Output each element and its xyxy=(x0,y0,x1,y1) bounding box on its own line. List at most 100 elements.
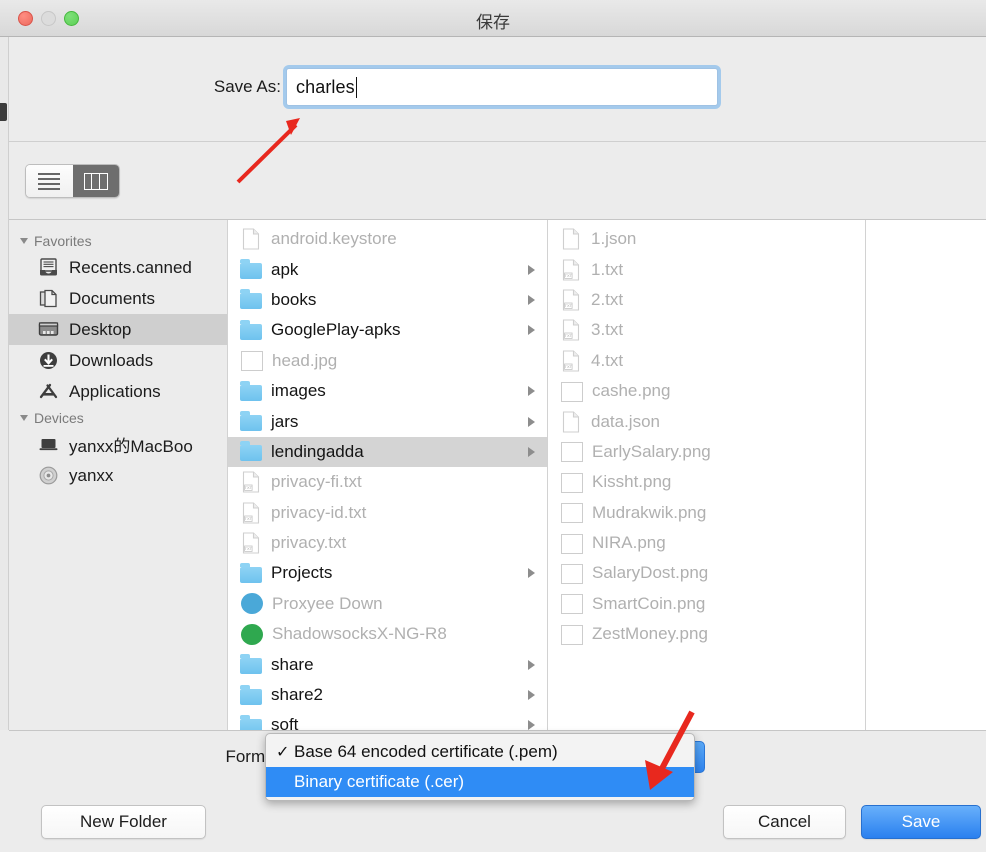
file-row[interactable]: TXT privacy-fi.txt xyxy=(228,467,547,497)
file-row[interactable]: share2 xyxy=(228,680,547,710)
document-icon xyxy=(560,410,582,433)
file-name: soft xyxy=(271,715,299,730)
file-row[interactable]: images xyxy=(228,376,547,406)
sidebar-item-desktop[interactable]: Desktop xyxy=(9,314,227,345)
file-name: data.json xyxy=(591,411,660,431)
file-row[interactable]: share xyxy=(228,649,547,679)
file-row[interactable]: jars xyxy=(228,406,547,436)
format-option-label: Base 64 encoded certificate (.pem) xyxy=(294,742,558,761)
file-row[interactable]: Mudrakwik.png xyxy=(548,498,865,528)
column-view-icon xyxy=(83,172,108,190)
image-icon xyxy=(561,624,583,645)
file-column-3[interactable] xyxy=(866,220,978,730)
file-row[interactable]: data.json xyxy=(548,406,865,436)
laptop-icon xyxy=(37,434,59,456)
file-row[interactable]: head.jpg xyxy=(228,346,547,376)
file-row[interactable]: ZestMoney.png xyxy=(548,619,865,649)
chevron-right-icon xyxy=(528,294,535,305)
file-row[interactable]: lendingadda xyxy=(228,436,547,468)
file-name: lendingadda xyxy=(271,441,364,461)
file-row[interactable]: books xyxy=(228,285,547,315)
checkmark-icon: ✓ xyxy=(276,744,290,761)
sidebar-item-label: Recents.canned xyxy=(69,257,192,277)
list-view-button[interactable] xyxy=(26,165,73,197)
bottom-bar: New Folder Cancel Save xyxy=(9,794,986,852)
file-row[interactable]: ShadowsocksX-NG-R8 xyxy=(228,619,547,649)
file-name: books xyxy=(271,289,317,309)
format-dropdown-menu[interactable]: ✓ Base 64 encoded certificate (.pem) Binar… xyxy=(265,733,695,801)
downloads-icon xyxy=(37,350,59,372)
file-row[interactable]: NIRA.png xyxy=(548,528,865,558)
file-row[interactable]: EarlySalary.png xyxy=(548,437,865,467)
view-mode-toggle[interactable] xyxy=(25,164,120,198)
sidebar-item-label: Applications xyxy=(69,381,161,401)
sidebar-item-label: Documents xyxy=(69,288,155,308)
file-name: 1.json xyxy=(591,229,637,249)
applications-icon xyxy=(37,381,59,403)
sidebar-item-documents[interactable]: Documents xyxy=(9,283,227,314)
chevron-right-icon xyxy=(528,659,535,670)
new-folder-button[interactable]: New Folder xyxy=(41,805,206,839)
image-icon xyxy=(561,594,583,615)
file-row[interactable]: SalaryDost.png xyxy=(548,558,865,588)
text-file-icon: TXT xyxy=(560,319,582,341)
text-caret xyxy=(355,76,358,98)
file-row[interactable]: 1.json xyxy=(548,224,865,254)
sidebar-item-applications[interactable]: Applications xyxy=(9,376,227,407)
folder-icon xyxy=(240,289,262,310)
file-row[interactable]: Kissht.png xyxy=(548,467,865,497)
app-icon xyxy=(241,593,263,615)
chevron-right-icon xyxy=(528,568,535,579)
file-row[interactable]: TXT 1.txt xyxy=(548,254,865,284)
sidebar-item-downloads[interactable]: Downloads xyxy=(9,345,227,376)
file-row[interactable]: android.keystore xyxy=(228,224,547,254)
file-row[interactable]: GooglePlay-apks xyxy=(228,315,547,345)
file-column-2[interactable]: 1.json TXT 1.txt TXT 2.txt TXT 3.txt TXT 4.txt ca… xyxy=(548,220,866,730)
file-row[interactable]: apk xyxy=(228,254,547,284)
file-row[interactable]: soft xyxy=(228,710,547,730)
sidebar-item-label: yanxx xyxy=(69,465,114,485)
save-button[interactable]: Save xyxy=(861,805,981,839)
file-row[interactable]: TXT 3.txt xyxy=(548,315,865,345)
sidebar-item-yanxx[interactable]: yanxx xyxy=(9,460,227,491)
image-icon xyxy=(561,533,583,554)
file-row[interactable]: Proxyee Down xyxy=(228,589,547,619)
sidebar-group-devices[interactable]: Devices xyxy=(9,407,227,429)
column-view-button[interactable] xyxy=(72,165,119,197)
background-window-right-edge xyxy=(980,220,986,730)
file-row[interactable]: Projects xyxy=(228,558,547,588)
file-row[interactable]: TXT privacy.txt xyxy=(228,528,547,558)
file-name: images xyxy=(271,381,326,401)
sidebar-group-favorites[interactable]: Favorites xyxy=(9,230,227,252)
file-row[interactable]: SmartCoin.png xyxy=(548,589,865,619)
file-name: ZestMoney.png xyxy=(592,624,708,644)
disclosure-triangle-icon[interactable] xyxy=(20,415,28,421)
save-as-input[interactable]: charles xyxy=(286,68,718,106)
file-row[interactable]: cashe.png xyxy=(548,376,865,406)
file-row[interactable]: TXT 2.txt xyxy=(548,285,865,315)
file-column-1[interactable]: android.keystore apk books GooglePlay-apks h… xyxy=(228,220,548,730)
background-window-nub xyxy=(0,103,7,121)
document-icon xyxy=(560,228,582,250)
list-view-icon xyxy=(38,170,61,193)
sidebar-item-recents-canned[interactable]: Recents.canned xyxy=(9,252,227,283)
folder-icon xyxy=(240,441,262,462)
file-name: privacy.txt xyxy=(271,533,347,553)
save-as-value: charles xyxy=(296,76,355,97)
folder-icon xyxy=(240,654,262,675)
format-option-label: Binary certificate (.cer) xyxy=(294,772,465,791)
cancel-button[interactable]: Cancel xyxy=(723,805,846,839)
format-option[interactable]: ✓ Base 64 encoded certificate (.pem) xyxy=(266,737,694,767)
svg-text:TXT: TXT xyxy=(565,334,573,339)
save-as-label: Save As: xyxy=(213,77,281,96)
text-file-icon: TXT xyxy=(560,259,582,281)
disclosure-triangle-icon[interactable] xyxy=(20,238,28,244)
file-row[interactable]: TXT 4.txt xyxy=(548,346,865,376)
file-name: share2 xyxy=(271,685,323,705)
file-row[interactable]: TXT privacy-id.txt xyxy=(228,498,547,528)
toolbar-row: lendingadda ▲▼ xyxy=(9,142,986,345)
format-option[interactable]: Binary certificate (.cer) xyxy=(266,767,694,797)
file-name: 1.txt xyxy=(591,259,624,279)
sidebar-item-yanxx-macboo[interactable]: yanxx的MacBoo xyxy=(9,429,227,460)
title-bar: 保存 xyxy=(0,0,986,37)
